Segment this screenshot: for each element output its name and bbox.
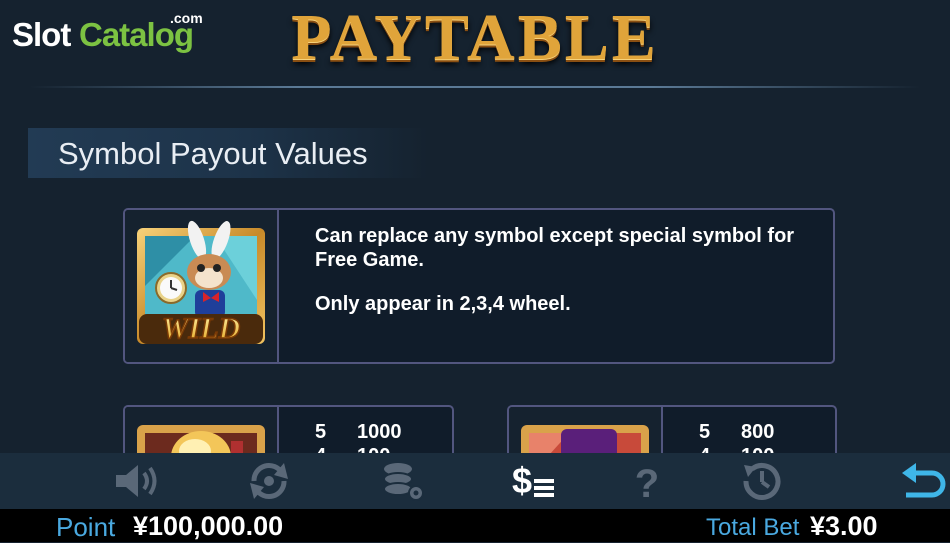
wild-symbol-icon: WILD [137,220,265,346]
payout-row: 5 1000 [315,421,402,445]
wild-symbol-image-cell: WILD [125,210,279,362]
wild-symbol-card: WILD Can replace any symbol except speci… [123,208,835,364]
history-icon[interactable] [736,459,786,503]
title-divider [30,86,920,88]
wild-description-block: Can replace any symbol except special sy… [315,224,815,336]
payout-count: 5 [315,421,327,443]
payout-value: 800 [741,421,775,443]
paytable-icon[interactable]: $ [508,459,558,503]
wild-note: Only appear in 2,3,4 wheel. [315,293,571,315]
total-bet-label: Total Bet [706,514,800,541]
section-title: Symbol Payout Values [58,136,368,171]
autoplay-icon[interactable] [244,459,294,503]
payout-value: 1000 [357,421,402,443]
bottom-toolbar: $ ? [0,453,950,509]
total-bet-value: ¥3.00 [810,511,878,541]
payout-row: 5 800 [699,421,774,445]
svg-text:$: $ [512,460,532,501]
back-icon[interactable] [898,459,948,503]
status-bar: Point ¥100,000.00 Total Bet ¥3.00 [0,509,950,542]
point-label: Point [56,512,116,542]
wild-symbol-label: WILD [162,312,240,345]
coins-settings-icon[interactable] [378,459,428,503]
point-value: ¥100,000.00 [133,511,284,541]
help-icon[interactable]: ? [622,459,672,503]
section-header: Symbol Payout Values [28,128,428,178]
sound-icon[interactable] [112,459,162,503]
svg-text:?: ? [635,462,659,503]
payout-count: 5 [699,421,711,443]
page-title: PAYTABLE [291,1,659,74]
wild-description: Can replace any symbol except special sy… [315,225,795,271]
